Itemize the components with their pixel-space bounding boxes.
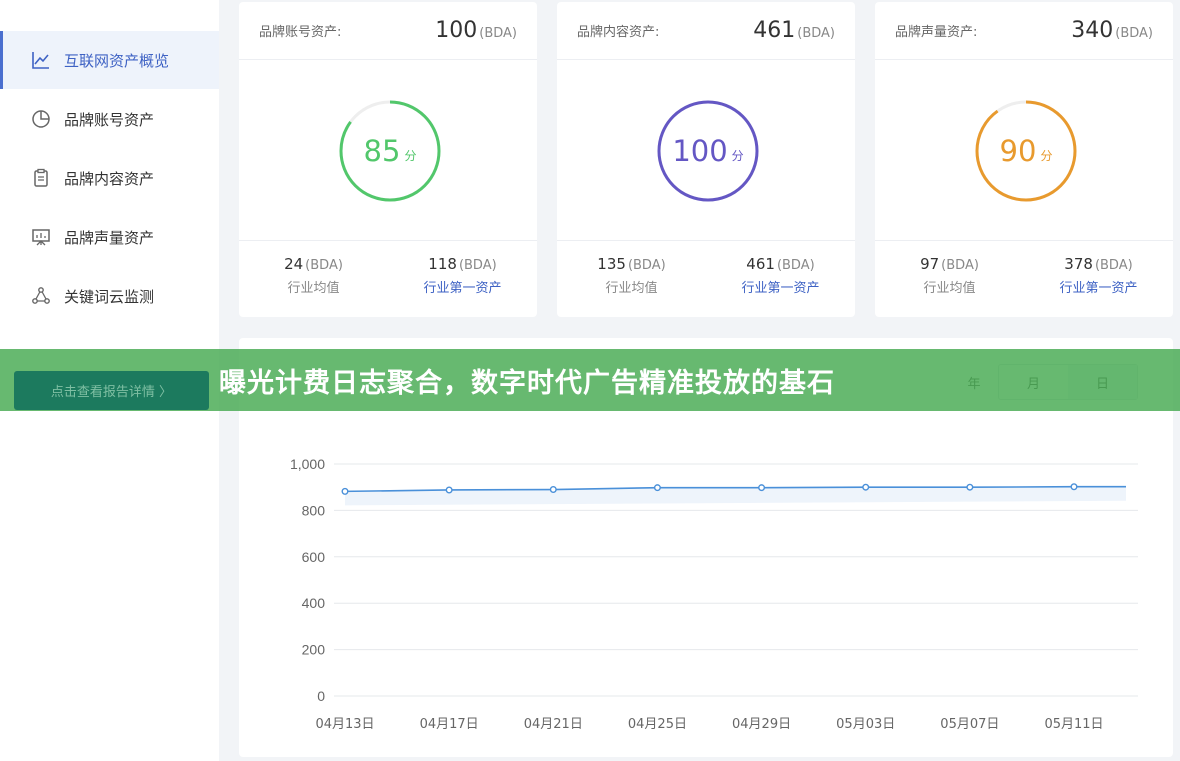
score-value: 85 — [363, 134, 401, 168]
x-tick-label: 04月17日 — [420, 717, 479, 732]
industry-top-link[interactable]: 行业第一资产 — [1024, 277, 1173, 296]
industry-average-stat: 24 (BDA) 行业均值 — [239, 255, 388, 296]
score-unit: 分 — [404, 148, 417, 163]
banner-title: 曝光计费日志聚合，数字时代广告精准投放的基石 — [219, 367, 835, 399]
data-point — [445, 486, 453, 494]
card-value: 340 (BDA) — [1071, 18, 1153, 43]
data-point — [966, 483, 974, 491]
x-tick-label: 04月13日 — [315, 717, 374, 732]
pie-chart-icon — [30, 108, 52, 130]
score-unit: 分 — [1040, 148, 1053, 163]
score-display: 90 分 — [974, 99, 1078, 203]
score-display: 85 分 — [338, 99, 442, 203]
clipboard-icon — [30, 167, 52, 189]
y-tick-label: 400 — [302, 595, 326, 611]
sidebar-item-label: 品牌声量资产 — [64, 228, 155, 247]
line-chart-icon — [30, 49, 52, 71]
industry-top-stat: 461 (BDA) 行业第一资产 — [706, 255, 855, 296]
card-label: 品牌账号资产: — [259, 25, 342, 40]
data-point — [549, 486, 557, 494]
x-tick-label: 05月11日 — [1044, 717, 1103, 732]
x-tick-label: 04月25日 — [628, 717, 687, 732]
industry-average-label: 行业均值 — [605, 281, 658, 296]
sidebar-item-keyword-cloud-monitoring[interactable]: 关键词云监测 — [0, 267, 219, 325]
sidebar-item-brand-voice-assets[interactable]: 品牌声量资产 — [0, 208, 219, 266]
sidebar-item-brand-content-assets[interactable]: 品牌内容资产 — [0, 149, 219, 207]
sidebar-item-label: 品牌账号资产 — [64, 110, 155, 129]
presentation-icon — [30, 226, 52, 248]
industry-top-stat: 378 (BDA) 行业第一资产 — [1024, 255, 1173, 296]
y-tick-label: 800 — [302, 502, 326, 518]
industry-average-stat: 97 (BDA) 行业均值 — [875, 255, 1024, 296]
score-value: 100 — [672, 134, 728, 168]
score-display: 100 分 — [656, 99, 760, 203]
industry-average-label: 行业均值 — [287, 281, 340, 296]
y-tick-label: 600 — [302, 549, 326, 565]
x-tick-label: 04月21日 — [524, 717, 583, 732]
data-point — [862, 483, 870, 491]
card-value: 461 (BDA) — [753, 18, 835, 43]
sidebar-item-label: 互联网资产概览 — [64, 51, 170, 70]
industry-top-link[interactable]: 行业第一资产 — [388, 277, 537, 296]
network-icon — [30, 285, 52, 307]
sidebar-item-internet-assets-overview[interactable]: 互联网资产概览 — [0, 31, 219, 89]
y-tick-label: 0 — [317, 688, 325, 704]
data-point — [1070, 483, 1078, 491]
view-report-button[interactable]: 点击查看报告详情 〉 — [14, 371, 209, 410]
data-point — [341, 487, 349, 495]
score-unit: 分 — [731, 148, 744, 163]
industry-average-stat: 135 (BDA) 行业均值 — [557, 255, 706, 296]
card-value: 100 (BDA) — [435, 18, 517, 43]
industry-top-stat: 118 (BDA) 行业第一资产 — [388, 255, 537, 296]
x-tick-label: 05月07日 — [940, 717, 999, 732]
x-tick-label: 05月03日 — [836, 717, 895, 732]
data-point — [758, 484, 766, 492]
card-label: 品牌声量资产: — [895, 25, 978, 40]
y-tick-label: 200 — [302, 642, 326, 658]
sidebar-item-brand-account-assets[interactable]: 品牌账号资产 — [0, 90, 219, 148]
brand-content-assets-card: 品牌内容资产: 461 (BDA) 100 分 135 (BDA) 行业均值 461… — [557, 2, 855, 317]
x-tick-label: 04月29日 — [732, 717, 791, 732]
industry-top-link[interactable]: 行业第一资产 — [706, 277, 855, 296]
industry-average-label: 行业均值 — [923, 281, 976, 296]
score-value: 90 — [999, 134, 1037, 168]
y-tick-label: 1,000 — [290, 456, 325, 472]
sidebar-item-label: 关键词云监测 — [64, 287, 155, 306]
brand-voice-assets-card: 品牌声量资产: 340 (BDA) 90 分 97 (BDA) 行业均值 378 (B… — [875, 2, 1173, 317]
data-point — [653, 484, 661, 492]
card-label: 品牌内容资产: — [577, 25, 660, 40]
sidebar-item-label: 品牌内容资产 — [64, 169, 155, 188]
brand-account-assets-card: 品牌账号资产: 100 (BDA) 85 分 24 (BDA) 行业均值 118 (B… — [239, 2, 537, 317]
